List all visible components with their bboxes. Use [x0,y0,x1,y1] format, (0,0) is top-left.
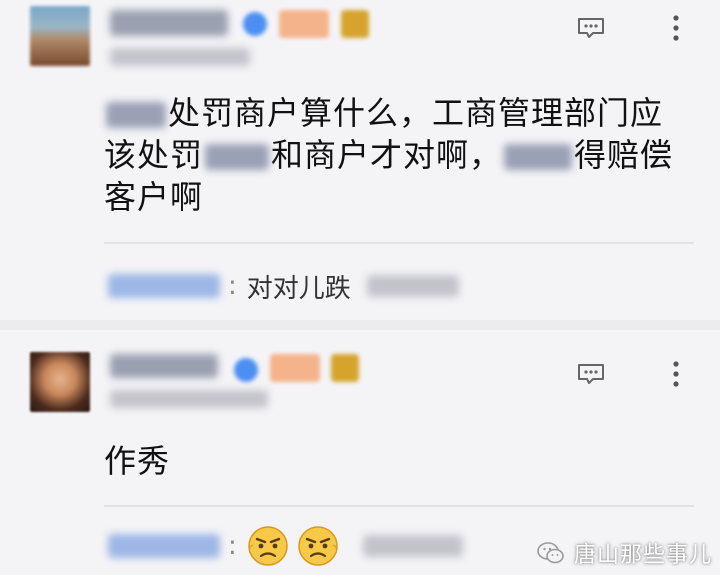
level-badge [270,354,320,382]
reply-username-blurred[interactable] [108,274,220,298]
watermark-text: 唐山那些事儿 [573,543,712,568]
reply-username-blurred[interactable] [108,534,220,558]
reply-button[interactable] [573,10,609,46]
medal-badge-icon [331,354,359,382]
comment-time-blurred [110,390,268,408]
sub-reply[interactable]: : 对对儿跌 [108,266,700,306]
reply-separator: : [228,271,237,301]
reply-button[interactable] [573,356,609,392]
level-badge [279,10,329,38]
redacted-text [205,144,270,170]
comment-text-line: 该处罚 [104,136,204,174]
more-vertical-icon [673,361,679,387]
divider [104,242,694,244]
reply-time-blurred [362,535,463,557]
verified-badge-icon [243,12,267,36]
comment-text-line: 处罚商户算什么，工商管理部门应 [168,94,664,132]
reply-text: 对对儿跌 [246,273,351,304]
comment-separator [0,320,720,330]
angry-face-emoji [298,526,338,566]
comment-text-line: 作秀 [104,442,171,480]
watermark: 唐山那些事儿 [536,537,712,569]
comment-item: 处罚商户算什么，工商管理部门应 该处罚 和商户才对啊， 得赔偿 客户啊 : 对对儿跌 [0,0,720,320]
comment-text-line: 客户啊 [104,178,204,216]
username-blurred[interactable] [110,10,228,36]
comment-reply-icon [578,18,604,38]
comment-text-line: 和商户才对啊， [271,136,503,174]
divider [104,505,694,507]
more-vertical-icon [673,15,679,41]
comment-body: 处罚商户算什么，工商管理部门应 该处罚 和商户才对啊， 得赔偿 客户啊 [104,92,704,218]
more-button[interactable] [658,10,694,46]
verified-badge-icon [234,358,258,382]
comment-time-blurred [110,48,250,66]
comment-reply-icon [578,364,604,384]
avatar[interactable] [30,352,90,412]
reply-separator: : [228,531,237,561]
username-blurred[interactable] [110,354,218,378]
wechat-logo [537,542,564,564]
redacted-text [106,102,166,128]
comment-body: 作秀 [104,440,704,482]
comment-text-line: 得赔偿 [574,136,674,174]
redacted-text [504,144,573,170]
avatar[interactable] [30,6,90,66]
more-button[interactable] [658,356,694,392]
reply-time-blurred [366,275,459,297]
angry-face-emoji [248,526,288,566]
medal-badge-icon [341,10,369,38]
